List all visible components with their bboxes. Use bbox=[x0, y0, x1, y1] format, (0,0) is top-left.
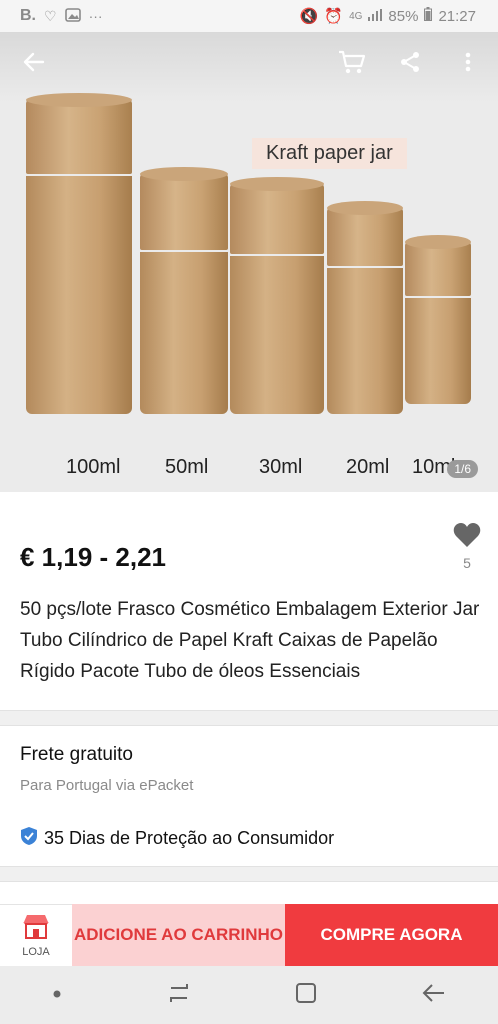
jar-20ml bbox=[327, 201, 403, 414]
mute-icon: 🔇 bbox=[299, 8, 319, 25]
battery-icon bbox=[424, 7, 433, 25]
section-divider bbox=[0, 710, 498, 726]
home-icon[interactable] bbox=[295, 982, 317, 1009]
store-icon bbox=[21, 913, 51, 944]
jar-30ml bbox=[230, 177, 324, 414]
assistant-dot-icon[interactable] bbox=[52, 986, 62, 1004]
back-arrow-icon[interactable] bbox=[14, 42, 54, 82]
wishlist-count: 5 bbox=[463, 555, 471, 571]
status-bar: B. ♡ ··· 🔇 ⏰ 4G 85% 21:27 bbox=[0, 0, 498, 32]
more-options-icon[interactable] bbox=[448, 42, 488, 82]
alarm-icon: ⏰ bbox=[324, 8, 344, 25]
recent-apps-icon[interactable] bbox=[167, 982, 191, 1009]
share-icon[interactable] bbox=[390, 42, 430, 82]
clock: 21:27 bbox=[438, 7, 476, 25]
product-image-carousel[interactable]: Kraft paper jar 100ml 50ml 30ml 20ml 10m… bbox=[0, 32, 498, 492]
store-button[interactable]: LOJA bbox=[0, 904, 72, 966]
battery-level: 85% bbox=[388, 7, 419, 25]
store-label: LOJA bbox=[22, 946, 50, 958]
product-price: € 1,19 - 2,21 bbox=[20, 542, 166, 572]
heart-notification-icon: ♡ bbox=[44, 7, 57, 24]
image-notification-icon bbox=[64, 7, 81, 25]
buyer-protection[interactable]: 35 Dias de Proteção ao Consumidor bbox=[20, 826, 334, 851]
jar-50ml bbox=[140, 167, 228, 414]
image-pager: 1/6 bbox=[447, 460, 478, 478]
volume-label: 50ml bbox=[165, 456, 209, 478]
heart-icon[interactable] bbox=[450, 522, 484, 553]
network-type: 4G bbox=[349, 10, 363, 22]
image-caption: Kraft paper jar bbox=[252, 138, 407, 169]
shipping-title[interactable]: Frete gratuito bbox=[20, 744, 133, 766]
volume-label: 20ml bbox=[346, 456, 390, 478]
carrier-mark: B. bbox=[20, 7, 36, 24]
back-icon[interactable] bbox=[422, 982, 446, 1009]
add-to-cart-button[interactable]: ADICIONE AO CARRINHO bbox=[72, 904, 285, 966]
product-title: 50 pçs/lote Frasco Cosmético Embalagem E… bbox=[20, 599, 480, 682]
more-notifications-icon: ··· bbox=[88, 8, 103, 24]
shipping-subtitle: Para Portugal via ePacket bbox=[20, 777, 194, 794]
wishlist-button[interactable]: 5 bbox=[450, 522, 484, 571]
jar-10ml bbox=[405, 235, 471, 404]
image-toolbar bbox=[0, 32, 498, 96]
buy-now-button[interactable]: COMPRE AGORA bbox=[285, 904, 498, 966]
system-navigation-bar bbox=[0, 966, 498, 1024]
cart-icon[interactable] bbox=[332, 42, 372, 82]
volume-label: 30ml bbox=[259, 456, 303, 478]
purchase-action-bar: LOJA ADICIONE AO CARRINHO COMPRE AGORA bbox=[0, 904, 498, 966]
signal-icon bbox=[368, 8, 383, 25]
protection-text: 35 Dias de Proteção ao Consumidor bbox=[44, 828, 335, 848]
volume-label: 100ml bbox=[66, 456, 121, 478]
shield-icon bbox=[20, 826, 38, 851]
jar-100ml bbox=[26, 93, 132, 414]
section-divider bbox=[0, 866, 498, 882]
